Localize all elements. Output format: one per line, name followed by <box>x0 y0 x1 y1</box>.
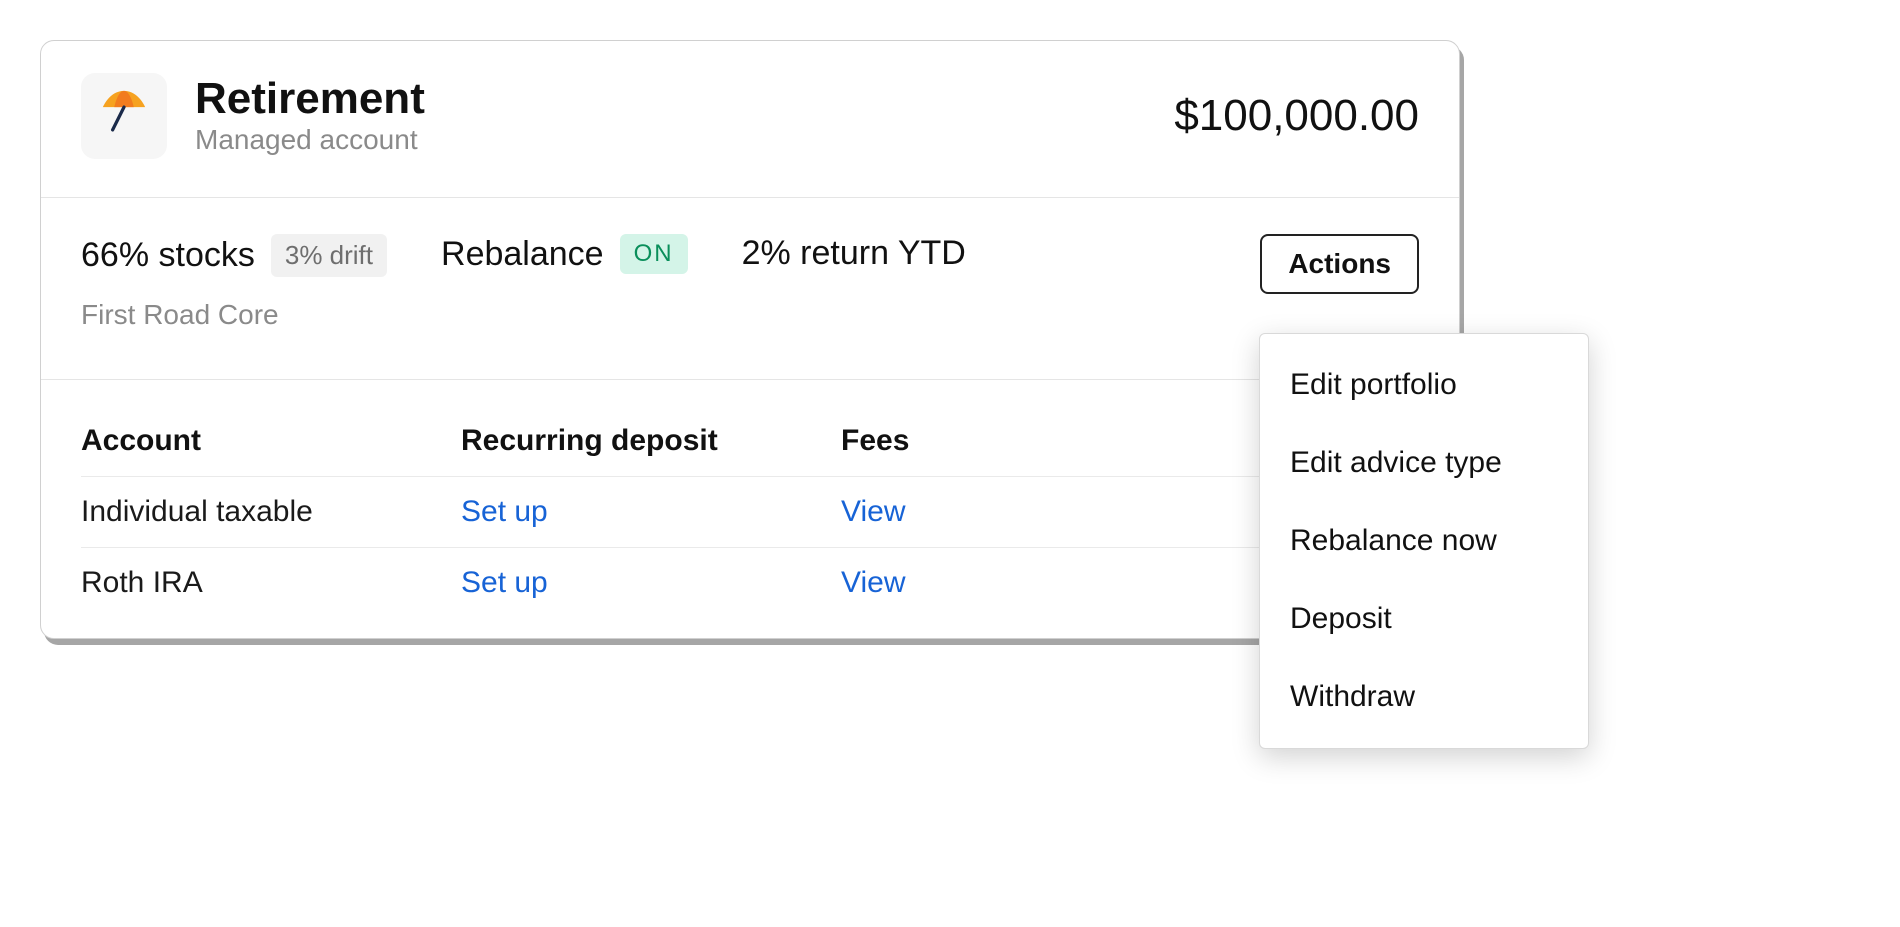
table-row: Individual taxable Set up View $0 <box>81 477 1419 548</box>
actions-button[interactable]: Actions <box>1260 234 1419 294</box>
return-metric: 2% return YTD <box>742 234 966 273</box>
account-name: Roth IRA <box>81 566 461 600</box>
menu-item-rebalance-now[interactable]: Rebalance now <box>1260 502 1588 580</box>
account-name: Individual taxable <box>81 495 461 529</box>
allocation-value: 66% stocks <box>81 236 255 275</box>
account-balance: $100,000.00 <box>1174 91 1419 141</box>
rebalance-metric: Rebalance ON <box>441 234 688 274</box>
col-header-account: Account <box>81 424 461 458</box>
actions-menu: Edit portfolio Edit advice type Rebalanc… <box>1259 333 1589 749</box>
table-header-row: Account Recurring deposit Fees Balance <box>81 406 1419 477</box>
table-row: Roth IRA Set up View $0 <box>81 548 1419 618</box>
recurring-setup-link[interactable]: Set up <box>461 495 841 529</box>
account-title: Retirement <box>195 76 425 122</box>
menu-item-edit-advice-type[interactable]: Edit advice type <box>1260 424 1588 502</box>
recurring-setup-link[interactable]: Set up <box>461 566 841 600</box>
card-header: Retirement Managed account $100,000.00 <box>41 41 1459 198</box>
metrics-row: 66% stocks 3% drift First Road Core Reba… <box>41 198 1459 380</box>
col-header-fees: Fees <box>841 424 1151 458</box>
menu-item-deposit[interactable]: Deposit <box>1260 580 1588 658</box>
menu-item-edit-portfolio[interactable]: Edit portfolio <box>1260 346 1588 424</box>
allocation-metric: 66% stocks 3% drift First Road Core <box>81 234 387 331</box>
col-header-recurring: Recurring deposit <box>461 424 841 458</box>
drift-chip: 3% drift <box>271 234 387 277</box>
retirement-card: Retirement Managed account $100,000.00 6… <box>40 40 1460 639</box>
rebalance-label: Rebalance <box>441 235 604 274</box>
portfolio-name: First Road Core <box>81 299 387 331</box>
menu-item-withdraw[interactable]: Withdraw <box>1260 658 1588 736</box>
title-block: Retirement Managed account <box>195 76 425 156</box>
account-subtitle: Managed account <box>195 124 425 156</box>
rebalance-state-chip: ON <box>620 234 688 274</box>
fees-view-link[interactable]: View <box>841 566 1151 600</box>
accounts-table: Account Recurring deposit Fees Balance I… <box>41 380 1459 638</box>
umbrella-icon <box>98 86 150 146</box>
account-icon-tile <box>81 73 167 159</box>
return-ytd: 2% return YTD <box>742 234 966 273</box>
fees-view-link[interactable]: View <box>841 495 1151 529</box>
